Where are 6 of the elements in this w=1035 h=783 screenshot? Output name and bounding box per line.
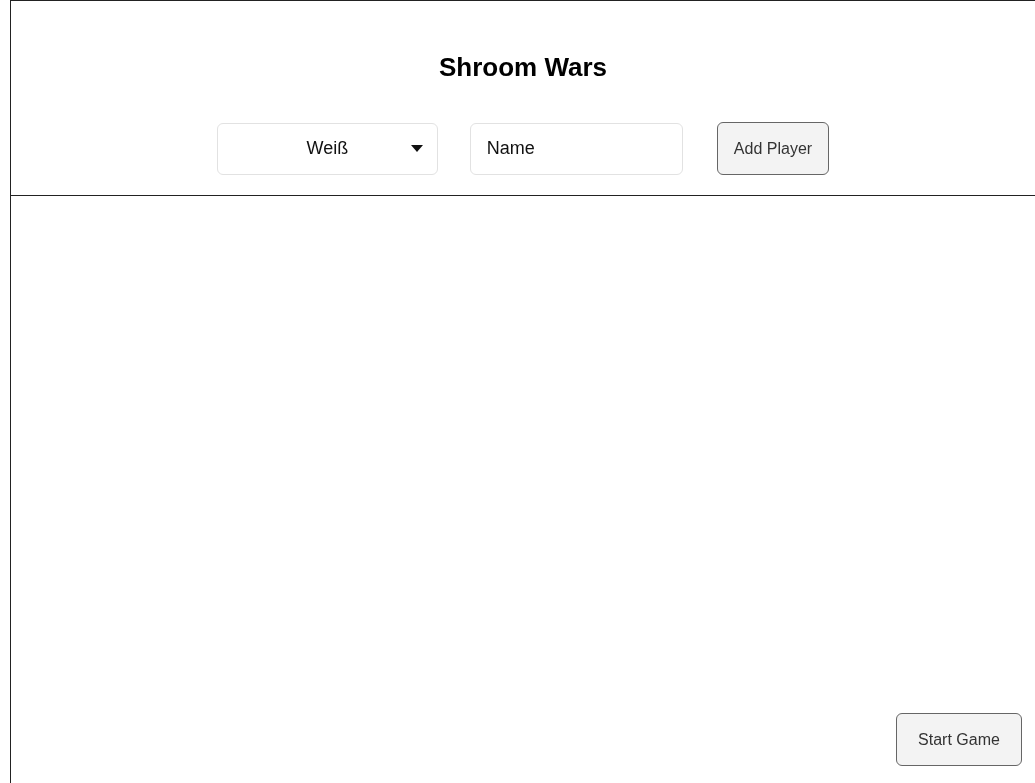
- start-game-button[interactable]: Start Game: [896, 713, 1022, 766]
- color-select[interactable]: Weiß: [216, 122, 438, 175]
- add-player-button[interactable]: Add Player: [716, 122, 830, 175]
- app-title: Shroom Wars: [438, 51, 608, 83]
- name-field[interactable]: Name: [469, 122, 683, 175]
- dropdown-caret-icon: [410, 144, 423, 152]
